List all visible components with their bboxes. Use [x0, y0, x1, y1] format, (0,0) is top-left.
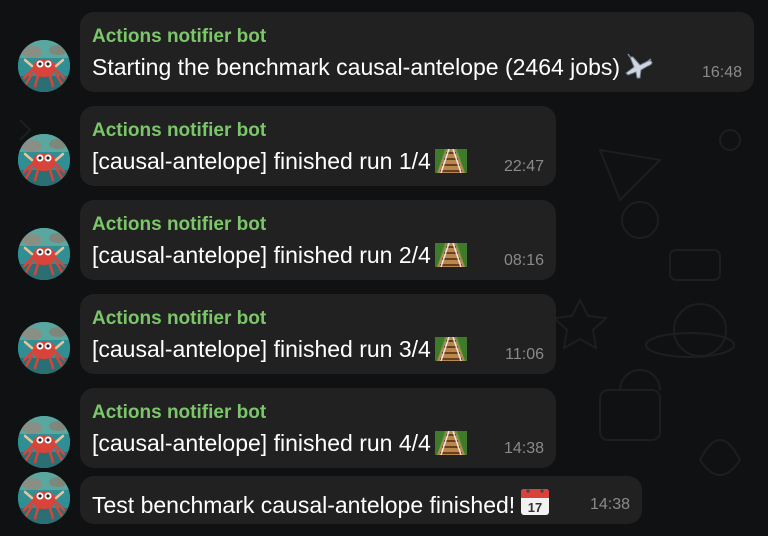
railway-track-icon: [434, 336, 467, 368]
sender-name[interactable]: Actions notifier bot: [92, 120, 544, 142]
message-bubble[interactable]: Actions notifier bot [causal-antelope] fi…: [80, 388, 556, 468]
railway-track-icon: [434, 242, 467, 274]
message-time: 08:16: [503, 252, 544, 269]
sender-name[interactable]: Actions notifier bot: [92, 402, 544, 424]
message[interactable]: Test benchmark causal-antelope finished!…: [0, 472, 768, 524]
crab-avatar-image: [18, 322, 70, 374]
message[interactable]: Actions notifier bot [causal-antelope] fi…: [0, 388, 768, 468]
message-text-content: Test benchmark causal-antelope finished!: [92, 492, 516, 518]
message-bubble[interactable]: Actions notifier bot [causal-antelope] fi…: [80, 294, 556, 374]
crab-avatar-image: [18, 40, 70, 92]
message-text-content: [causal-antelope] finished run 3/4: [92, 336, 431, 362]
svg-text:17: 17: [528, 500, 542, 515]
message-bubble[interactable]: Test benchmark causal-antelope finished!…: [80, 476, 642, 524]
message-text: [causal-antelope] finished run 1/4: [92, 146, 544, 180]
message-text-content: Starting the benchmark causal-antelope (…: [92, 54, 621, 80]
bot-avatar[interactable]: [18, 134, 70, 186]
crab-avatar-image: [18, 416, 70, 468]
crab-avatar-image: [18, 134, 70, 186]
message-time: 16:48: [701, 64, 742, 81]
message-time: 11:06: [505, 346, 544, 363]
message[interactable]: Actions notifier bot [causal-antelope] fi…: [0, 106, 768, 186]
message-text: [causal-antelope] finished run 3/4: [92, 334, 544, 368]
bot-avatar[interactable]: [18, 416, 70, 468]
message-text: [causal-antelope] finished run 4/4: [92, 428, 544, 462]
sender-name[interactable]: Actions notifier bot: [92, 308, 544, 330]
message-bubble[interactable]: Actions notifier bot [causal-antelope] fi…: [80, 106, 556, 186]
message[interactable]: Actions notifier bot [causal-antelope] fi…: [0, 200, 768, 280]
message-time: 14:38: [589, 496, 630, 513]
message[interactable]: Actions notifier bot Starting the benchma…: [0, 12, 768, 92]
message-bubble[interactable]: Actions notifier bot [causal-antelope] fi…: [80, 200, 556, 280]
message-text-content: [causal-antelope] finished run 2/4: [92, 242, 431, 268]
message-text-content: [causal-antelope] finished run 1/4: [92, 148, 431, 174]
calendar-icon: 17: [519, 485, 551, 524]
bot-avatar[interactable]: [18, 40, 70, 92]
message-text: Test benchmark causal-antelope finished!…: [92, 485, 630, 524]
message-bubble[interactable]: Actions notifier bot Starting the benchma…: [80, 12, 754, 92]
bot-avatar[interactable]: [18, 228, 70, 280]
crab-avatar-image: [18, 228, 70, 280]
crab-avatar-image: [18, 472, 70, 524]
sender-name[interactable]: Actions notifier bot: [92, 214, 544, 236]
bot-avatar[interactable]: [18, 322, 70, 374]
message-text: [causal-antelope] finished run 2/4: [92, 240, 544, 274]
message-text: Starting the benchmark causal-antelope (…: [92, 52, 742, 86]
railway-track-icon: [434, 430, 467, 462]
railway-track-icon: [434, 148, 467, 180]
bot-avatar[interactable]: [18, 472, 70, 524]
sender-name[interactable]: Actions notifier bot: [92, 26, 742, 48]
airplane-icon: [624, 53, 654, 86]
message-time: 14:38: [503, 440, 544, 457]
message-text-content: [causal-antelope] finished run 4/4: [92, 430, 431, 456]
message[interactable]: Actions notifier bot [causal-antelope] fi…: [0, 294, 768, 374]
message-time: 22:47: [503, 158, 544, 175]
